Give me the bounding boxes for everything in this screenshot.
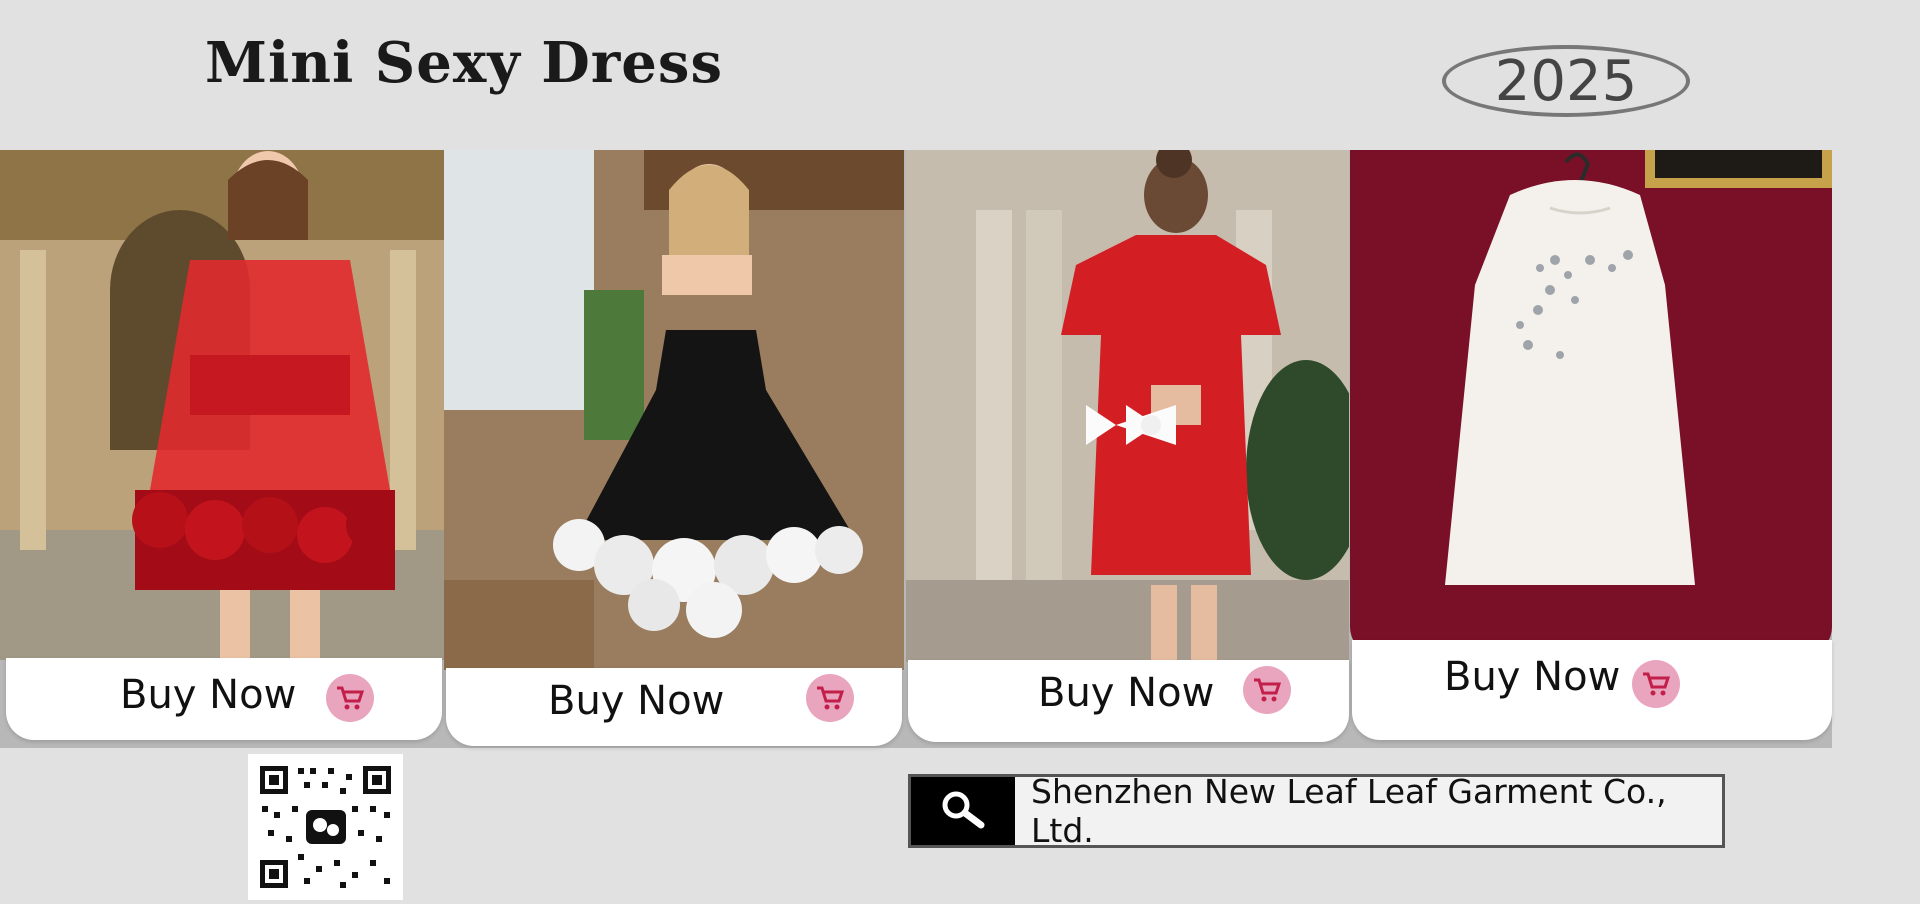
buy-now-button-2[interactable]: Buy Now [446,668,902,746]
shopping-cart-icon[interactable] [1632,660,1680,708]
product-image-red-bow-dress[interactable] [906,150,1349,662]
search-button[interactable] [911,777,1015,845]
search-icon [938,789,988,833]
product-image-black-strapless-dress[interactable] [444,150,904,670]
year-badge: 2025 [1442,45,1690,117]
buy-now-label: Buy Now [548,678,725,724]
company-name: Shenzhen New Leaf Leaf Garment Co., Ltd. [1031,772,1667,850]
qr-code-icon [248,754,403,900]
buy-now-button-3[interactable]: Buy Now [908,660,1349,742]
buy-now-button-1[interactable]: Buy Now [6,658,442,740]
shopping-cart-icon[interactable] [806,674,854,722]
shopping-cart-icon[interactable] [326,674,374,722]
shopping-cart-icon[interactable] [1243,666,1291,714]
buy-now-label: Buy Now [1038,670,1215,716]
buy-now-button-4[interactable]: Buy Now [1352,640,1832,740]
product-image-white-embellished-dress[interactable] [1350,150,1832,655]
product-image-red-rose-dress[interactable] [0,150,444,660]
buy-now-label: Buy Now [120,672,297,718]
page-title: Mini Sexy Dress [205,30,723,96]
buy-now-label: Buy Now [1444,654,1621,700]
company-search-bar[interactable]: Shenzhen New Leaf Leaf Garment Co., Ltd. [908,772,1725,850]
